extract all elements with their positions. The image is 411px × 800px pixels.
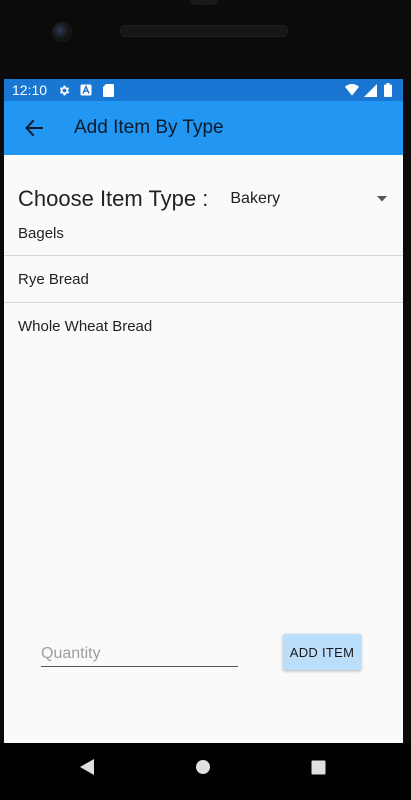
arrow-left-icon[interactable] [22,116,46,140]
status-left: 12:10 [12,82,115,98]
triangle-back-icon[interactable] [72,752,102,782]
gear-icon [57,83,71,97]
caret-down-icon [377,194,387,204]
item-type-selected: Bakery [230,190,281,207]
list-item[interactable]: Bagels [4,218,403,256]
battery-icon [381,83,395,97]
square-recents-icon[interactable] [303,752,333,782]
status-time: 12:10 [12,82,48,98]
sd-card-icon [101,83,115,97]
a-letter-icon [79,83,93,97]
add-item-form: ADD ITEM [41,634,361,670]
status-bar: 12:10 [4,79,403,101]
list-item[interactable]: Rye Bread [4,256,403,303]
app-bar: Add Item By Type [4,101,403,155]
circle-home-icon[interactable] [188,752,218,782]
signal-icon [363,83,377,97]
item-list: Bagels Rye Bread Whole Wheat Bread [4,218,403,350]
earpiece-speaker [120,25,288,37]
app-screen: 12:10 Add Item By Type Choose Item Type … [4,79,403,743]
item-type-dropdown[interactable]: Bakery [230,184,389,214]
system-nav-bar [0,743,411,800]
list-item-label: Bagels [18,225,64,242]
item-type-label: Choose Item Type : [18,186,209,211]
quantity-field-wrapper [41,637,238,667]
front-camera [52,22,72,42]
list-item-label: Whole Wheat Bread [18,318,153,335]
wifi-icon [345,83,359,97]
list-item-label: Rye Bread [18,270,89,288]
status-right [345,83,395,97]
item-type-chooser: Choose Item Type : Bakery [18,183,389,215]
add-item-button[interactable]: ADD ITEM [283,634,361,670]
page-title: Add Item By Type [74,117,224,138]
phone-device: 12:10 Add Item By Type Choose Item Type … [0,0,411,800]
top-notch [190,0,218,5]
quantity-input[interactable] [41,645,238,663]
list-item[interactable]: Whole Wheat Bread [4,303,403,350]
